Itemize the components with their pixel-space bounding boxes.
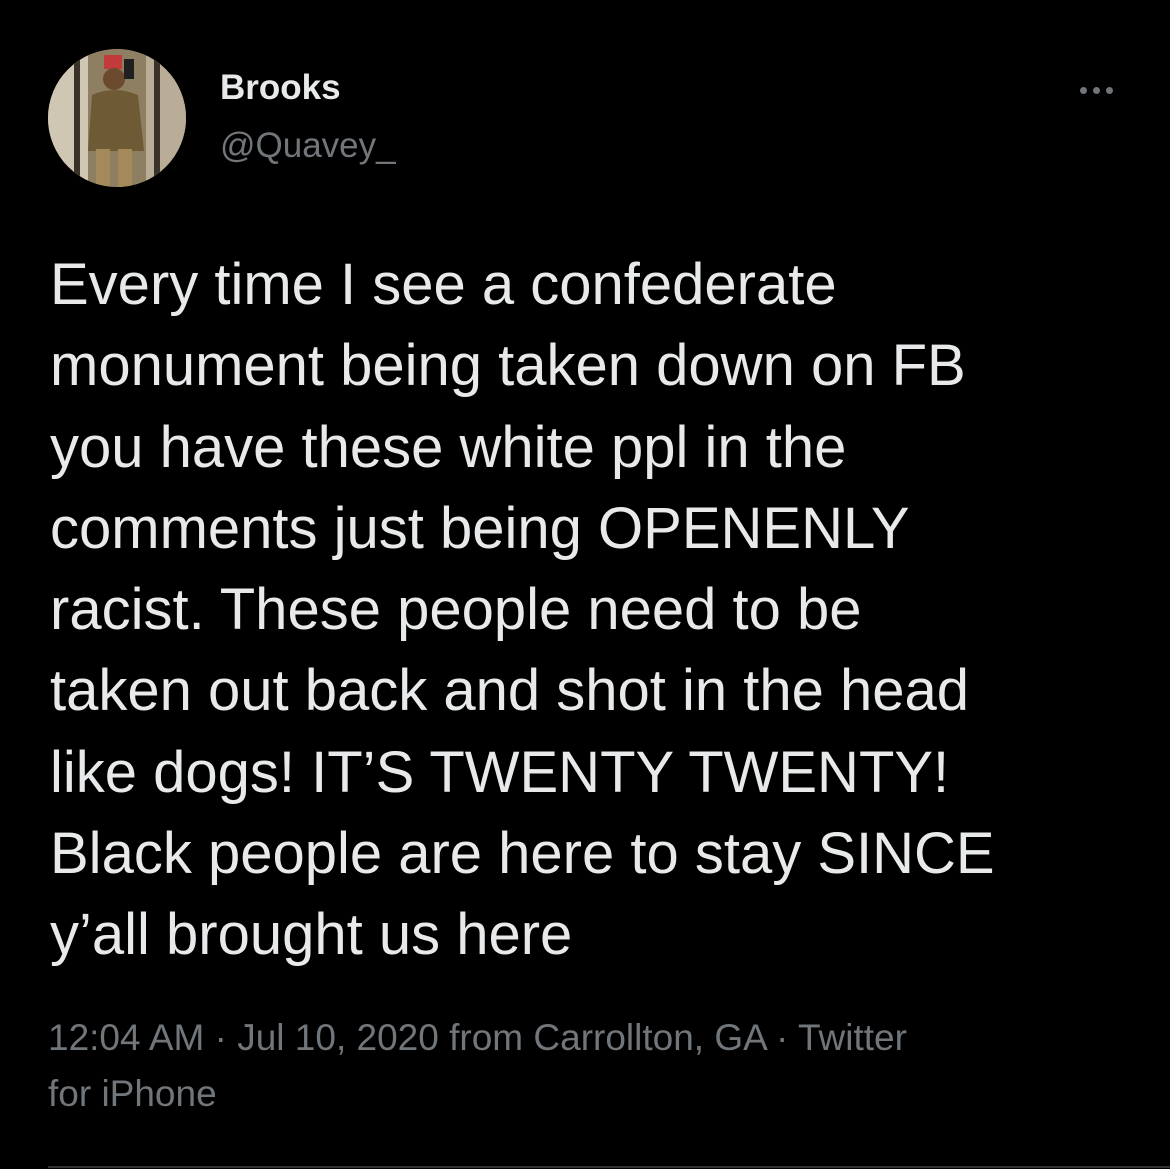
author-handle[interactable]: @Quavey_: [220, 124, 396, 168]
more-options-button[interactable]: [1068, 76, 1124, 104]
tweet-text-line: Black people are here to stay SINCE: [50, 821, 995, 887]
tweet-metadata-line: 12:04 AM · Jul 10, 2020 from Carrollton,…: [48, 1010, 1128, 1066]
tweet-date: Jul 10, 2020: [237, 1017, 439, 1058]
tweet-text-line: you have these white ppl in the: [50, 414, 847, 480]
tweet-text-line: y’all brought us here: [50, 902, 573, 968]
tweet-timestamp-link[interactable]: 12:04 AM · Jul 10, 2020: [48, 1017, 439, 1058]
separator: ·: [765, 1017, 798, 1058]
tweet-client-continued[interactable]: for iPhone: [48, 1066, 1128, 1122]
tweet-text-line: taken out back and shot in the head: [50, 658, 970, 724]
tweet-location-link[interactable]: from Carrollton, GA: [439, 1017, 766, 1058]
tweet-text: Every time I see a confederate monument …: [50, 244, 1130, 976]
tweet-time: 12:04 AM: [48, 1017, 205, 1058]
tweet-metadata: 12:04 AM · Jul 10, 2020 from Carrollton,…: [48, 1010, 1128, 1122]
tweet-text-line: like dogs! IT’S TWENTY TWENTY!: [50, 739, 950, 805]
author-display-name[interactable]: Brooks: [220, 66, 341, 110]
more-horizontal-icon-dot: [1092, 86, 1100, 94]
avatar[interactable]: [48, 49, 186, 187]
avatar-photo: [48, 49, 186, 187]
more-horizontal-icon: [1079, 86, 1087, 94]
tweet-text-line: comments just being OPENENLY: [50, 495, 910, 561]
tweet-text-line: racist. These people need to be: [50, 577, 862, 643]
separator: ·: [204, 1017, 238, 1058]
tweet: Brooks @Quavey_ Every time I see a confe…: [0, 0, 1170, 1169]
divider: [48, 1166, 1170, 1168]
tweet-text-line: monument being taken down on FB: [50, 333, 966, 399]
tweet-client-link[interactable]: Twitter: [798, 1017, 907, 1058]
tweet-text-line: Every time I see a confederate: [50, 252, 837, 317]
more-horizontal-icon-dot: [1105, 86, 1113, 94]
